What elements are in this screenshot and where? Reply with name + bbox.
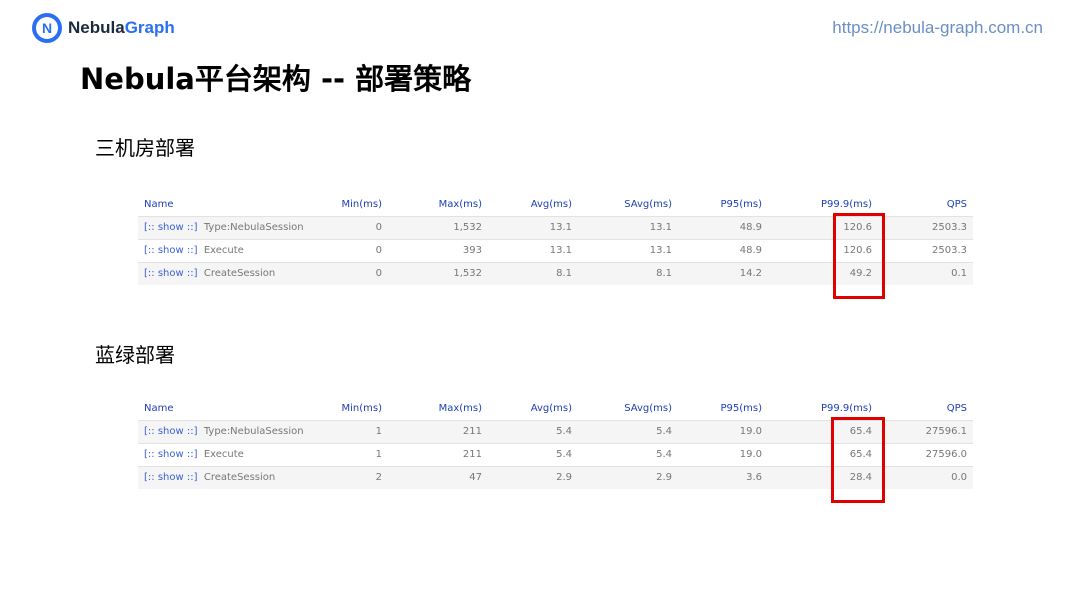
col-header-name[interactable]: Name <box>138 193 328 216</box>
col-header-p95[interactable]: P95(ms) <box>678 397 768 420</box>
logo-text: NebulaGraph <box>68 18 175 38</box>
min-cell: 2 <box>328 465 388 489</box>
min-cell: 0 <box>328 261 388 285</box>
name-cell: [:: show ::] Execute <box>138 238 328 262</box>
p999-highlight-box-three-datacenter <box>833 213 885 299</box>
max-cell: 47 <box>388 465 488 489</box>
row-name: CreateSession <box>203 472 276 484</box>
col-header-p95[interactable]: P95(ms) <box>678 193 768 216</box>
qps-cell: 2503.3 <box>878 215 973 239</box>
qps-cell: 0.1 <box>878 261 973 285</box>
show-link[interactable]: [:: show ::] <box>144 222 197 233</box>
savg-cell: 5.4 <box>578 419 678 443</box>
nebula-graph-logo: N NebulaGraph <box>32 13 175 43</box>
avg-cell: 8.1 <box>488 261 578 285</box>
qps-cell: 0.0 <box>878 465 973 489</box>
slide-title: Nebula平台架构 -- 部署策略 <box>80 62 472 96</box>
col-header-max[interactable]: Max(ms) <box>388 397 488 420</box>
savg-cell: 13.1 <box>578 238 678 262</box>
col-header-avg[interactable]: Avg(ms) <box>488 193 578 216</box>
p95-cell: 48.9 <box>678 215 768 239</box>
col-header-qps[interactable]: QPS <box>878 397 973 420</box>
col-header-savg[interactable]: SAvg(ms) <box>578 397 678 420</box>
qps-cell: 27596.0 <box>878 442 973 466</box>
col-header-name[interactable]: Name <box>138 397 328 420</box>
col-header-max[interactable]: Max(ms) <box>388 193 488 216</box>
name-cell: [:: show ::] Type:NebulaSession <box>138 419 328 443</box>
savg-cell: 5.4 <box>578 442 678 466</box>
min-cell: 1 <box>328 442 388 466</box>
name-cell: [:: show ::] Type:NebulaSession <box>138 215 328 239</box>
qps-cell: 2503.3 <box>878 238 973 262</box>
savg-cell: 2.9 <box>578 465 678 489</box>
col-header-avg[interactable]: Avg(ms) <box>488 397 578 420</box>
row-name: Execute <box>203 449 244 460</box>
min-cell: 0 <box>328 238 388 262</box>
logo-n-glyph: N <box>41 20 53 36</box>
name-cell: [:: show ::] CreateSession <box>138 465 328 489</box>
avg-cell: 5.4 <box>488 419 578 443</box>
section-label-three-datacenter: 三机房部署 <box>95 136 195 160</box>
p95-cell: 14.2 <box>678 261 768 285</box>
col-header-min[interactable]: Min(ms) <box>328 193 388 216</box>
avg-cell: 5.4 <box>488 442 578 466</box>
show-link[interactable]: [:: show ::] <box>144 268 197 279</box>
savg-cell: 8.1 <box>578 261 678 285</box>
p95-cell: 3.6 <box>678 465 768 489</box>
logo-text-primary: Nebula <box>68 18 125 37</box>
avg-cell: 13.1 <box>488 215 578 239</box>
p95-cell: 19.0 <box>678 419 768 443</box>
min-cell: 0 <box>328 215 388 239</box>
show-link[interactable]: [:: show ::] <box>144 472 197 483</box>
row-name: Type:NebulaSession <box>203 222 304 233</box>
max-cell: 393 <box>388 238 488 262</box>
name-cell: [:: show ::] Execute <box>138 442 328 466</box>
p95-cell: 48.9 <box>678 238 768 262</box>
max-cell: 211 <box>388 419 488 443</box>
show-link[interactable]: [:: show ::] <box>144 449 197 460</box>
show-link[interactable]: [:: show ::] <box>144 426 197 437</box>
row-name: Execute <box>203 245 244 256</box>
avg-cell: 13.1 <box>488 238 578 262</box>
savg-cell: 13.1 <box>578 215 678 239</box>
row-name: CreateSession <box>203 268 276 280</box>
min-cell: 1 <box>328 419 388 443</box>
max-cell: 211 <box>388 442 488 466</box>
p95-cell: 19.0 <box>678 442 768 466</box>
p999-highlight-box-blue-green <box>831 417 885 503</box>
qps-cell: 27596.1 <box>878 419 973 443</box>
col-header-min[interactable]: Min(ms) <box>328 397 388 420</box>
col-header-qps[interactable]: QPS <box>878 193 973 216</box>
col-header-savg[interactable]: SAvg(ms) <box>578 193 678 216</box>
section-label-blue-green: 蓝绿部署 <box>95 343 175 367</box>
logo-text-secondary: Graph <box>124 18 175 37</box>
max-cell: 1,532 <box>388 261 488 285</box>
logo-icon: N <box>32 13 62 43</box>
avg-cell: 2.9 <box>488 465 578 489</box>
site-url: https://nebula-graph.com.cn <box>832 18 1043 37</box>
show-link[interactable]: [:: show ::] <box>144 245 197 256</box>
row-name: Type:NebulaSession <box>203 426 304 437</box>
max-cell: 1,532 <box>388 215 488 239</box>
name-cell: [:: show ::] CreateSession <box>138 261 328 285</box>
